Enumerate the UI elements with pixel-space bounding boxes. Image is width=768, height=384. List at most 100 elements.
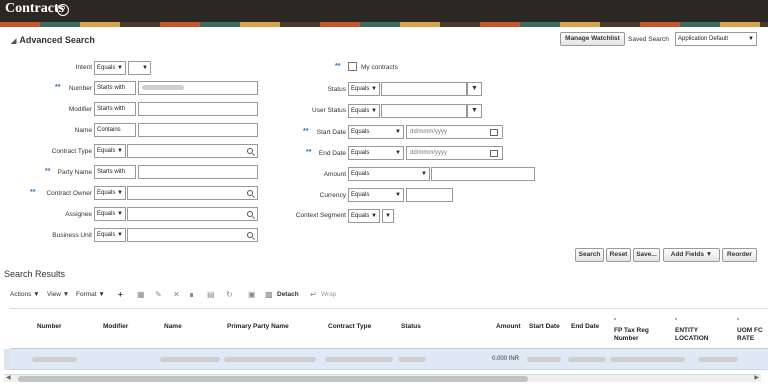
refresh-icon[interactable]: ↻ <box>226 291 234 299</box>
status-dropdown-icon[interactable]: ▼ <box>467 82 482 96</box>
delete-icon[interactable]: ✕ <box>173 291 181 299</box>
saved-search-select[interactable]: Application Default ▼ <box>675 32 757 46</box>
view-menu[interactable]: View ▼ <box>47 291 69 298</box>
contract-owner-label: Contract Owner <box>46 190 92 197</box>
business-unit-label: Business Unit <box>52 232 92 239</box>
column-header[interactable]: End Date <box>571 323 599 330</box>
currency-label: Currency <box>319 192 346 199</box>
contract-type-operator[interactable]: Equals ▼ <box>94 144 126 158</box>
number-input[interactable] <box>138 81 258 95</box>
contract-type-input[interactable] <box>127 144 258 158</box>
horizontal-scrollbar[interactable]: ◀ ▶ <box>4 374 761 382</box>
currency-operator[interactable]: Equals ▼ <box>348 188 404 202</box>
wrap-button[interactable]: Wrap <box>321 291 336 298</box>
business-unit-operator[interactable]: Equals ▼ <box>94 228 126 242</box>
party-name-operator[interactable]: Starts with <box>94 165 136 179</box>
save-button[interactable]: Save... <box>633 248 660 262</box>
column-header[interactable]: FP Tax Reg Number <box>614 327 664 343</box>
my-contracts-checkbox[interactable] <box>348 62 357 71</box>
column-header[interactable]: Status <box>401 323 421 330</box>
status-select[interactable] <box>381 82 467 96</box>
assignee-operator[interactable]: Equals ▼ <box>94 207 126 221</box>
page-title: Contracts <box>5 1 65 16</box>
start-date-input[interactable]: dd/mmm/yyyy <box>406 125 503 139</box>
chevron-down-icon: ▼ <box>748 36 754 42</box>
contract-owner-input[interactable] <box>127 186 258 200</box>
reset-button[interactable]: Reset <box>606 248 631 262</box>
detach-button[interactable]: Detach <box>277 291 299 298</box>
currency-input[interactable] <box>406 188 453 202</box>
business-unit-input[interactable] <box>127 228 258 242</box>
party-name-input[interactable] <box>138 165 258 179</box>
search-icon <box>247 232 253 238</box>
modifier-operator[interactable]: Starts with <box>94 102 136 116</box>
number-label: Number <box>68 85 92 92</box>
amount-operator[interactable]: Equals ▼ <box>348 167 430 181</box>
advanced-search-header[interactable]: ◢ Advanced Search <box>11 35 95 45</box>
contract-owner-operator[interactable]: Equals ▼ <box>94 186 126 200</box>
user-status-select[interactable] <box>381 104 467 118</box>
manage-watchlist-button[interactable]: Manage Watchlist <box>560 32 625 46</box>
add-fields-button[interactable]: Add Fields ▼ <box>663 248 720 262</box>
redacted-value <box>398 357 426 362</box>
modifier-input[interactable] <box>138 102 258 116</box>
redacted-value <box>698 357 738 362</box>
context-segment-select[interactable]: ▼ <box>382 209 394 223</box>
format-menu[interactable]: Format ▼ <box>76 291 105 298</box>
detach-icon[interactable]: ▩ <box>265 291 273 299</box>
add-icon[interactable]: + <box>118 291 126 299</box>
table-row[interactable]: 0.000 INR <box>10 349 768 370</box>
view-icon[interactable]: ▦ <box>137 291 145 299</box>
column-header[interactable]: Number <box>37 323 62 330</box>
actions-menu[interactable]: Actions ▼ <box>10 291 40 298</box>
scroll-left-icon: ◀ <box>6 375 11 381</box>
name-input[interactable] <box>138 123 258 137</box>
scroll-right-icon: ▶ <box>754 375 759 381</box>
user-status-operator[interactable]: Equals ▼ <box>348 104 380 118</box>
column-header[interactable]: Name <box>164 323 182 330</box>
collapse-triangle-icon[interactable]: ◢ <box>11 37 16 45</box>
column-header[interactable]: ENTITY LOCATION <box>675 327 725 343</box>
status-operator[interactable]: Equals ▼ <box>348 82 380 96</box>
amount-label: Amount <box>323 171 346 178</box>
assignee-input[interactable] <box>127 207 258 221</box>
export-icon[interactable]: ▣ <box>248 291 256 299</box>
required-marker: ** <box>335 63 341 70</box>
redacted-value <box>142 84 184 90</box>
intent-select[interactable]: ▼ <box>128 61 151 75</box>
search-results-title: Search Results <box>4 269 66 279</box>
edit-icon[interactable]: ✎ <box>155 291 163 299</box>
column-header[interactable]: Amount <box>496 323 521 330</box>
help-icon[interactable]: ? <box>57 4 69 16</box>
intent-operator[interactable]: Equals ▼ <box>94 61 126 75</box>
column-header[interactable]: Primary Party Name <box>227 323 289 330</box>
end-date-operator[interactable]: Equals ▼ <box>348 146 404 160</box>
redacted-value <box>568 357 606 362</box>
amount-input[interactable] <box>431 167 535 181</box>
name-operator[interactable]: Contains <box>94 123 136 137</box>
query-icon[interactable]: ▤ <box>207 291 215 299</box>
redacted-value <box>527 357 561 362</box>
column-header[interactable]: Modifier <box>103 323 128 330</box>
name-label: Name <box>74 127 92 134</box>
wrap-icon[interactable]: ↵ <box>310 291 318 299</box>
column-header[interactable]: Start Date <box>529 323 560 330</box>
advanced-search-title: Advanced Search <box>19 35 95 45</box>
reorder-button[interactable]: Reorder <box>722 248 757 262</box>
column-header[interactable]: UOM FC RATE <box>737 327 768 343</box>
status-label: Status <box>327 86 346 93</box>
end-date-input[interactable]: dd/mmm/yyyy <box>406 146 503 160</box>
start-date-operator[interactable]: Equals ▼ <box>348 125 404 139</box>
search-icon <box>247 190 253 196</box>
scrollbar-thumb[interactable] <box>18 376 528 382</box>
context-segment-operator[interactable]: Equals ▼ <box>348 209 380 223</box>
required-marker: * <box>737 318 739 324</box>
number-operator[interactable]: Starts with <box>94 81 136 95</box>
search-button[interactable]: Search <box>575 248 604 262</box>
freeze-icon[interactable]: ∎ <box>189 291 197 299</box>
user-status-dropdown-icon[interactable]: ▼ <box>467 104 482 118</box>
column-header[interactable]: Contract Type <box>328 323 371 330</box>
redacted-value <box>610 357 685 362</box>
modifier-label: Modifier <box>68 106 92 113</box>
app-header: Contracts ? <box>0 0 768 22</box>
